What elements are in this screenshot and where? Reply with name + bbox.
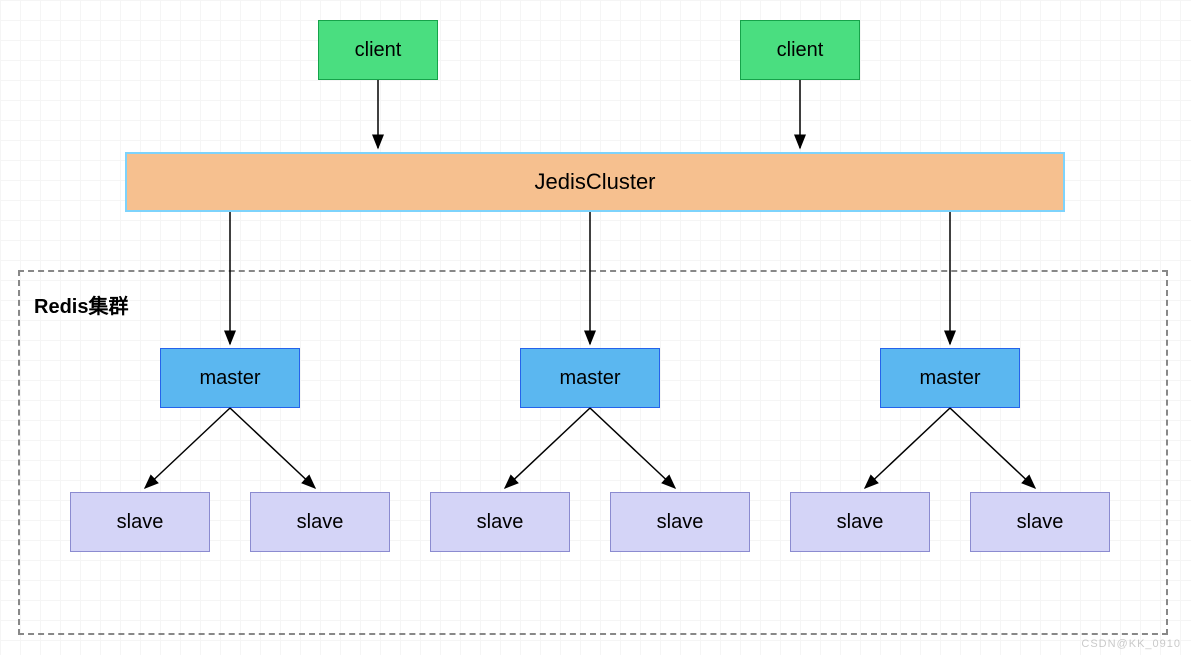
slave-label: slave: [297, 511, 344, 534]
client-label: client: [777, 39, 824, 62]
slave-label: slave: [117, 511, 164, 534]
master-label: master: [559, 367, 620, 390]
master-node-1: master: [160, 348, 300, 408]
jedis-cluster-node: JedisCluster: [125, 152, 1065, 212]
slave-label: slave: [837, 511, 884, 534]
cluster-label: JedisCluster: [534, 169, 655, 195]
slave-node-1a: slave: [70, 492, 210, 552]
client-label: client: [355, 39, 402, 62]
slave-node-1b: slave: [250, 492, 390, 552]
slave-node-2b: slave: [610, 492, 750, 552]
master-label: master: [199, 367, 260, 390]
slave-node-3b: slave: [970, 492, 1110, 552]
master-node-3: master: [880, 348, 1020, 408]
slave-node-2a: slave: [430, 492, 570, 552]
watermark: CSDN@KK_0910: [1081, 638, 1181, 650]
redis-group-box: [18, 270, 1168, 635]
master-label: master: [919, 367, 980, 390]
client-node-1: client: [318, 20, 438, 80]
slave-label: slave: [657, 511, 704, 534]
slave-label: slave: [477, 511, 524, 534]
client-node-2: client: [740, 20, 860, 80]
slave-node-3a: slave: [790, 492, 930, 552]
slave-label: slave: [1017, 511, 1064, 534]
master-node-2: master: [520, 348, 660, 408]
redis-group-label: Redis集群: [34, 290, 128, 319]
